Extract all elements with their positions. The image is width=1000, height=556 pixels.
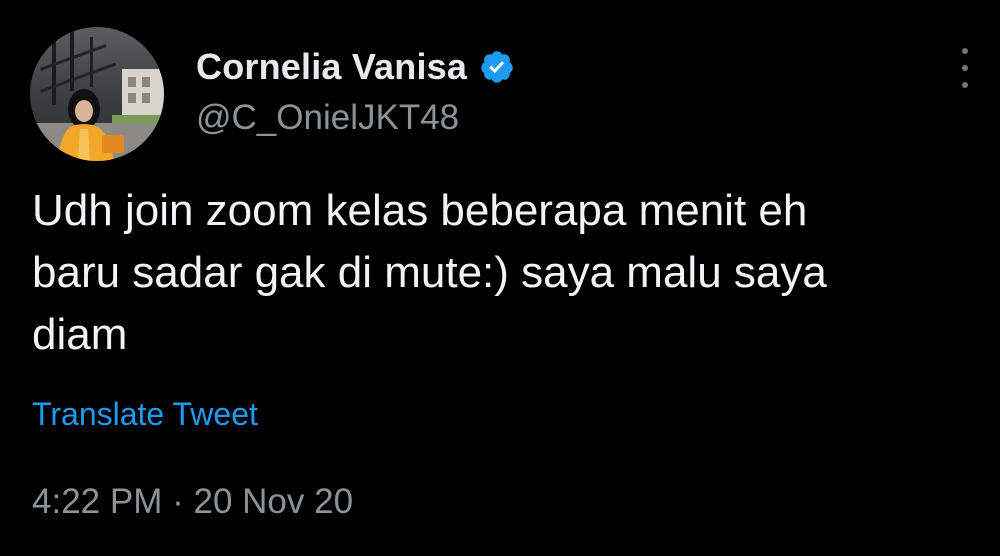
- timestamp-separator: ·: [172, 482, 184, 521]
- author-row: Cornelia Vanisa: [196, 44, 515, 90]
- author-handle[interactable]: @C_OnielJKT48: [196, 98, 459, 138]
- avatar-photo: [30, 27, 164, 161]
- tweet-text-line: baru sadar gak di mute:) saya malu saya: [32, 248, 827, 297]
- more-dot: [962, 65, 968, 71]
- more-dot: [962, 48, 968, 54]
- tweet-date: 20 Nov 20: [193, 482, 354, 521]
- display-name[interactable]: Cornelia Vanisa: [196, 46, 467, 88]
- tweet-text: Udh join zoom kelas beberapa menit eh ba…: [32, 180, 982, 366]
- tweet-text-line: diam: [32, 310, 128, 359]
- tweet-text-line: Udh join zoom kelas beberapa menit eh: [32, 186, 808, 235]
- tweet-timestamp[interactable]: 4:22 PM · 20 Nov 20: [32, 482, 353, 522]
- verified-badge-icon: [479, 49, 515, 85]
- more-dot: [962, 82, 968, 88]
- avatar[interactable]: [30, 27, 164, 161]
- tweet-time: 4:22 PM: [32, 482, 163, 521]
- tweet-card: Cornelia Vanisa @C_OnielJKT48 Udh join z…: [0, 0, 1000, 556]
- more-options-icon[interactable]: [950, 48, 980, 88]
- translate-tweet-link[interactable]: Translate Tweet: [32, 396, 258, 433]
